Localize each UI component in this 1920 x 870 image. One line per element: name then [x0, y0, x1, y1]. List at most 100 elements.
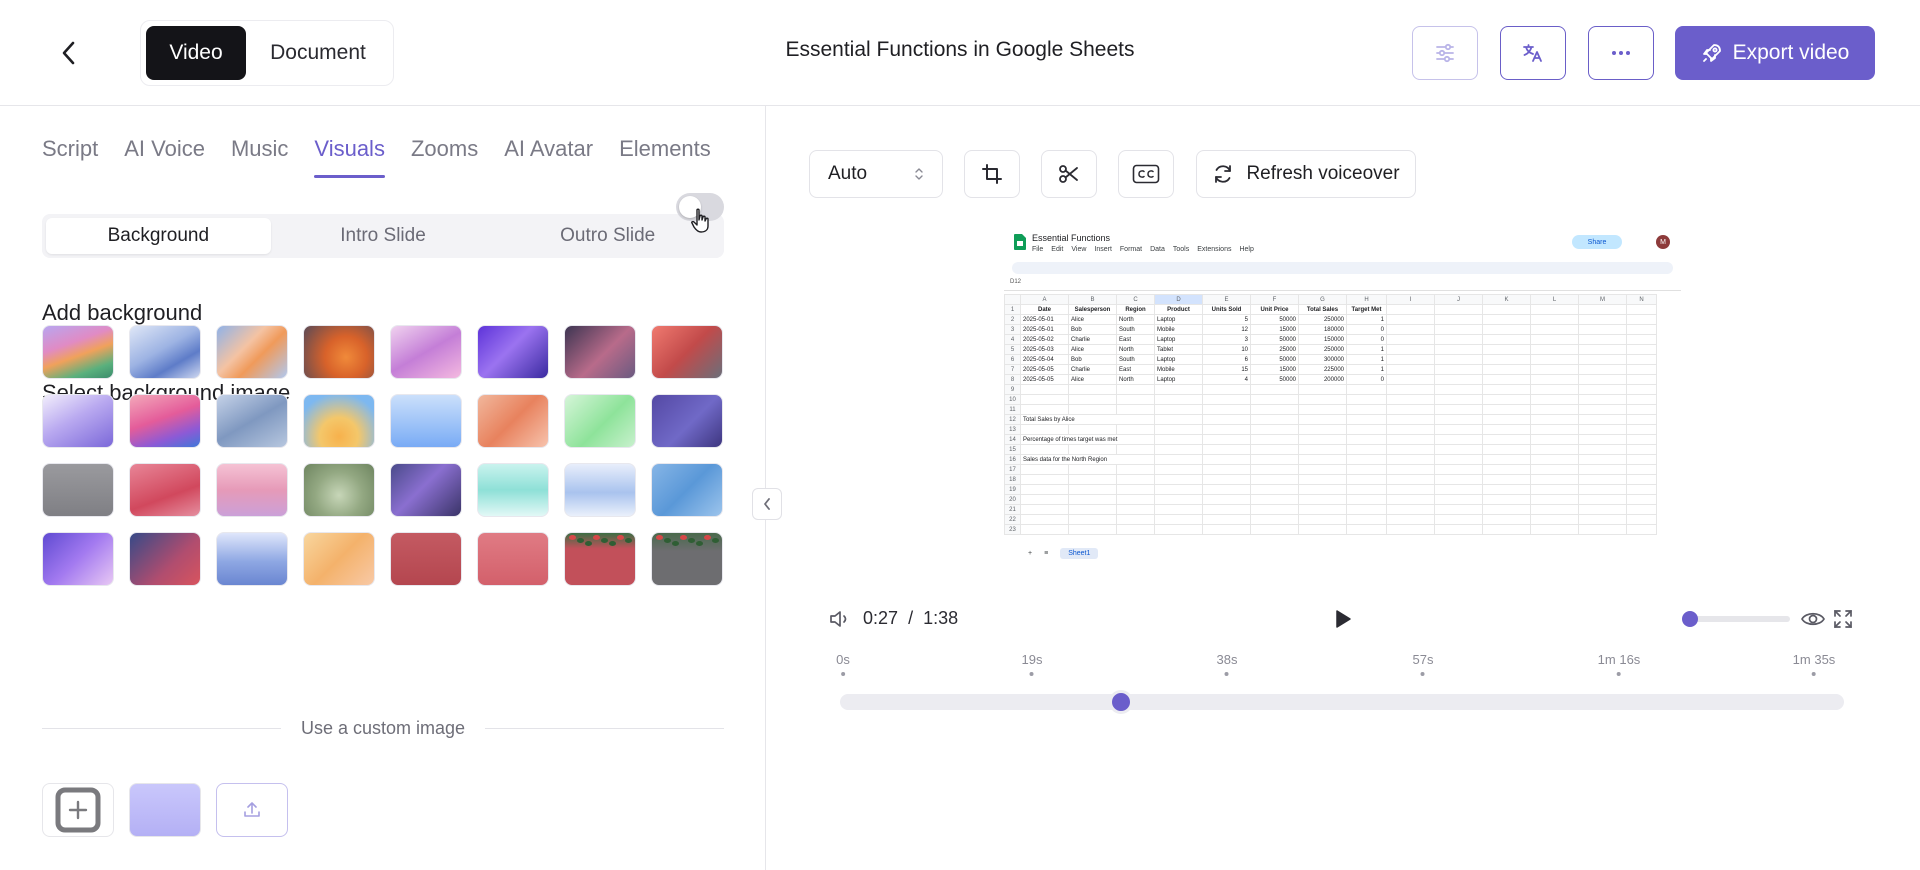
timeline-playhead[interactable] — [1109, 690, 1134, 714]
volume-slider-handle[interactable] — [1682, 611, 1698, 627]
table-cell — [1386, 464, 1435, 475]
table-row: 6 2025-05-04 Bob South Laptop 6 50000 300000 1 — [1004, 354, 1657, 365]
bg-peach-thumb[interactable] — [477, 394, 549, 448]
bg-cloud-blue-thumb[interactable] — [564, 463, 636, 517]
volume-slider[interactable] — [1682, 611, 1790, 627]
tab-zooms[interactable]: Zooms — [411, 136, 478, 178]
bg-orange-light-thumb[interactable] — [216, 325, 288, 379]
bg-salmon-thumb[interactable] — [477, 532, 549, 586]
table-cell — [1154, 434, 1203, 445]
table-cell — [1068, 394, 1117, 405]
table-cell — [1482, 394, 1531, 405]
bg-blue-wave-thumb[interactable] — [129, 325, 201, 379]
segment-outro-slide[interactable]: Outro Slide — [495, 218, 720, 254]
bg-gray-thumb[interactable] — [42, 463, 114, 517]
table-cell: Mobile — [1154, 364, 1203, 375]
table-cell — [1578, 374, 1627, 385]
volume-muted-icon[interactable] — [828, 608, 852, 630]
table-cell — [1116, 514, 1155, 525]
table-cell — [1578, 364, 1627, 375]
collapse-panel-button[interactable] — [752, 488, 782, 520]
tab-ai-voice[interactable]: AI Voice — [124, 136, 205, 178]
bg-dusk-thumb[interactable] — [129, 532, 201, 586]
mode-document-button[interactable]: Document — [248, 26, 388, 80]
bg-purple-blur-thumb[interactable] — [42, 532, 114, 586]
back-button[interactable] — [48, 34, 88, 72]
bg-macos-sonoma-thumb[interactable] — [42, 325, 114, 379]
eye-icon[interactable] — [1800, 608, 1826, 630]
table-cell — [1298, 484, 1347, 495]
play-icon[interactable] — [1330, 607, 1354, 631]
table-row: 7 2025-05-05 Charlie East Mobile 15 15000 22500… — [1004, 364, 1657, 375]
bg-coral-thumb[interactable] — [129, 463, 201, 517]
segment-background[interactable]: Background — [46, 218, 271, 254]
bg-sunrise-thumb[interactable] — [303, 394, 375, 448]
captions-button[interactable] — [1118, 150, 1174, 198]
crop-button[interactable] — [964, 150, 1020, 198]
bg-dark-rose-thumb[interactable] — [564, 325, 636, 379]
bg-purple-glow-thumb[interactable] — [477, 325, 549, 379]
table-cell — [1298, 394, 1347, 405]
translate-button[interactable] — [1500, 26, 1566, 80]
tab-music[interactable]: Music — [231, 136, 288, 178]
more-options-button[interactable] — [1588, 26, 1654, 80]
bg-lavender-thumb[interactable] — [42, 394, 114, 448]
bg-aqua-thumb[interactable] — [477, 463, 549, 517]
tab-visuals[interactable]: Visuals — [314, 136, 385, 178]
table-cell — [1530, 524, 1579, 535]
table-row: 16 Sales data for the North Region — [1004, 454, 1657, 465]
bg-pink-haze-thumb[interactable] — [216, 463, 288, 517]
bg-steel-blue-thumb[interactable] — [216, 394, 288, 448]
video-preview[interactable]: Essential Functions File Edit View Insert Fo… — [1004, 230, 1681, 562]
bg-violet-leaf-thumb[interactable] — [390, 463, 462, 517]
upload-image-button[interactable] — [216, 783, 288, 837]
bg-periwinkle-thumb[interactable] — [216, 532, 288, 586]
cut-button[interactable] — [1041, 150, 1097, 198]
aspect-ratio-select[interactable]: Auto — [809, 150, 943, 198]
table-cell: 2025-05-05 — [1020, 364, 1069, 375]
table-cell: Region — [1116, 304, 1155, 315]
table-cell — [1578, 474, 1627, 485]
tab-elements[interactable]: Elements — [619, 136, 711, 178]
tab-script[interactable]: Script — [42, 136, 98, 178]
table-cell — [1578, 424, 1627, 435]
bg-red-smoke-thumb[interactable] — [651, 325, 723, 379]
custom-lavender-thumb[interactable] — [129, 783, 201, 837]
table-cell: Laptop — [1154, 374, 1203, 385]
export-video-button[interactable]: Export video — [1675, 26, 1875, 80]
tab-ai-avatar[interactable]: AI Avatar — [504, 136, 593, 178]
column-header: M — [1578, 294, 1627, 305]
segment-intro-slide[interactable]: Intro Slide — [271, 218, 496, 254]
refresh-icon — [1215, 165, 1232, 183]
table-cell — [1482, 494, 1531, 505]
table-cell — [1154, 394, 1203, 405]
bg-ocean-thumb[interactable] — [651, 463, 723, 517]
bg-pink-sunset-thumb[interactable] — [129, 394, 201, 448]
table-cell — [1020, 394, 1069, 405]
table-cell: Mobile — [1154, 324, 1203, 335]
fullscreen-icon[interactable] — [1832, 608, 1854, 630]
table-cell — [1298, 474, 1347, 485]
refresh-voiceover-button[interactable]: Refresh voiceover — [1196, 150, 1416, 198]
timeline-scrubber[interactable] — [840, 690, 1844, 714]
settings-sliders-button[interactable] — [1412, 26, 1478, 80]
bg-holly-red-thumb[interactable] — [564, 532, 636, 586]
table-cell — [1346, 414, 1387, 425]
table-cell: 2025-05-03 — [1020, 344, 1069, 355]
bg-apricot-thumb[interactable] — [303, 532, 375, 586]
bg-orange-dark-thumb[interactable] — [303, 325, 375, 379]
mode-video-button[interactable]: Video — [146, 26, 246, 80]
table-cell — [1068, 474, 1117, 485]
bg-rose-brick-thumb[interactable] — [390, 532, 462, 586]
bg-sky-thumb[interactable] — [390, 394, 462, 448]
custom-frame-thumb[interactable] — [42, 783, 114, 837]
timeline-tick: 0s — [836, 652, 850, 676]
bg-indigo-thumb[interactable] — [651, 394, 723, 448]
bg-mint-thumb[interactable] — [564, 394, 636, 448]
table-cell — [1346, 524, 1387, 535]
corner-cell — [1004, 294, 1021, 305]
bg-lilac-pink-thumb[interactable] — [390, 325, 462, 379]
bg-holly-gray-thumb[interactable] — [651, 532, 723, 586]
bg-olive-thumb[interactable] — [303, 463, 375, 517]
table-cell — [1250, 394, 1299, 405]
